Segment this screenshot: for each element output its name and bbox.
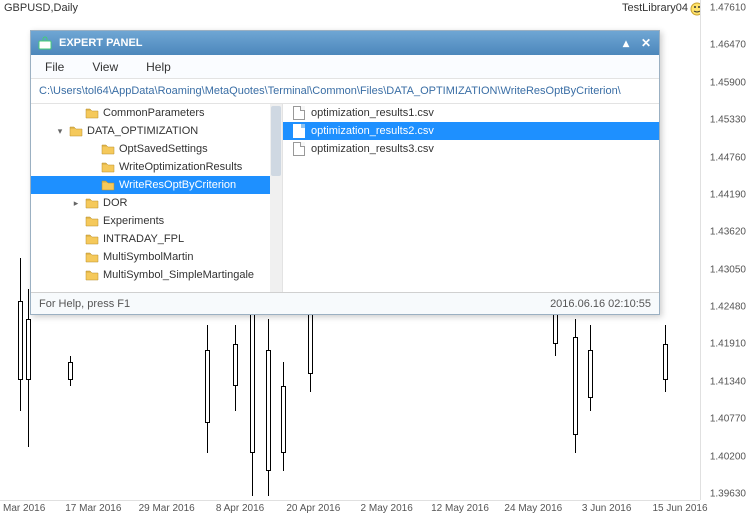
disclosure-icon[interactable]: ▸	[71, 198, 81, 209]
x-tick: 20 Apr 2016	[286, 503, 340, 514]
x-tick: 24 May 2016	[504, 503, 562, 514]
candle	[590, 325, 591, 410]
expert-panel-window: EXPERT PANEL ▴ ✕ File View Help C:\Users…	[30, 30, 660, 315]
statusbar: For Help, press F1 2016.06.16 02:10:55	[31, 292, 659, 314]
path-breadcrumb[interactable]: C:\Users\tol64\AppData\Roaming\MetaQuote…	[31, 79, 659, 104]
tree-item-label: MultiSymbol_SimpleMartingale	[103, 269, 254, 281]
file-item[interactable]: optimization_results1.csv	[283, 104, 659, 122]
y-tick: 1.43050	[710, 264, 746, 275]
scrollbar-thumb[interactable]	[271, 106, 281, 176]
disclosure-icon[interactable]: ▾	[55, 126, 65, 137]
x-tick: 29 Mar 2016	[139, 503, 195, 514]
tree-item[interactable]: WriteResOptByCriterion	[31, 176, 282, 194]
y-tick: 1.42480	[710, 302, 746, 313]
folder-tree[interactable]: CommonParameters ▾ DATA_OPTIMIZATION OptSav…	[31, 104, 283, 292]
tree-item-label: INTRADAY_FPL	[103, 233, 184, 245]
file-icon	[293, 124, 305, 138]
x-tick: 17 Mar 2016	[65, 503, 121, 514]
status-timestamp: 2016.06.16 02:10:55	[550, 298, 651, 310]
status-help-text: For Help, press F1	[39, 298, 130, 310]
x-tick: 2 May 2016	[361, 503, 413, 514]
candle	[665, 325, 666, 392]
x-tick: 12 May 2016	[431, 503, 489, 514]
y-axis: 1.47610 1.46470 1.45900 1.45330 1.44760 1.441…	[700, 0, 748, 500]
file-list[interactable]: optimization_results1.csv optimization_re…	[283, 104, 659, 292]
tree-item[interactable]: ▾ DATA_OPTIMIZATION	[31, 122, 282, 140]
x-tick: 15 Jun 2016	[652, 503, 707, 514]
tree-item-label: WriteResOptByCriterion	[119, 179, 236, 191]
candle	[20, 258, 21, 410]
candle	[235, 325, 236, 410]
candle	[70, 356, 71, 386]
y-tick: 1.44760	[710, 152, 746, 163]
y-tick: 1.44190	[710, 189, 746, 200]
candle	[575, 319, 576, 453]
y-tick: 1.40770	[710, 414, 746, 425]
candle	[283, 362, 284, 472]
candle	[207, 325, 208, 453]
tree-item-label: WriteOptimizationResults	[119, 161, 242, 173]
y-tick: 1.40200	[710, 451, 746, 462]
tree-item[interactable]: Experiments	[31, 212, 282, 230]
y-tick: 1.45330	[710, 115, 746, 126]
y-tick: 1.46470	[710, 40, 746, 51]
tree-item-label: DATA_OPTIMIZATION	[87, 125, 198, 137]
tree-item-label: MultiSymbolMartin	[103, 251, 193, 263]
menubar: File View Help	[31, 55, 659, 79]
y-tick: 1.41340	[710, 376, 746, 387]
tree-item-label: Experiments	[103, 215, 164, 227]
titlebar[interactable]: EXPERT PANEL ▴ ✕	[31, 31, 659, 55]
tree-item[interactable]: ▸ DOR	[31, 194, 282, 212]
chart-symbol-title: GBPUSD,Daily	[4, 2, 78, 14]
tree-item-label: DOR	[103, 197, 127, 209]
candle	[268, 319, 269, 496]
x-tick: 8 Apr 2016	[216, 503, 264, 514]
tree-item[interactable]: MultiSymbolMartin	[31, 248, 282, 266]
file-item-label: optimization_results3.csv	[311, 143, 434, 155]
file-icon	[293, 142, 305, 156]
tree-scrollbar[interactable]	[270, 104, 282, 292]
chart-library-label: TestLibrary04	[622, 2, 688, 14]
tree-item-label: CommonParameters	[103, 107, 204, 119]
tree-item-label: OptSavedSettings	[119, 143, 208, 155]
tree-item[interactable]: WriteOptimizationResults	[31, 158, 282, 176]
x-tick: 7 Mar 2016	[0, 503, 45, 514]
app-icon	[37, 35, 53, 51]
candle	[28, 289, 29, 447]
close-icon[interactable]: ✕	[639, 36, 653, 50]
x-axis: 7 Mar 2016 17 Mar 2016 29 Mar 2016 8 Apr 20…	[0, 500, 700, 520]
y-tick: 1.47610	[710, 3, 746, 14]
tree-item[interactable]: MultiSymbol_SimpleMartingale	[31, 266, 282, 284]
x-tick: 3 Jun 2016	[582, 503, 632, 514]
tree-item[interactable]: CommonParameters	[31, 104, 282, 122]
y-tick: 1.39630	[710, 489, 746, 500]
tree-item[interactable]: OptSavedSettings	[31, 140, 282, 158]
menu-view[interactable]: View	[92, 60, 118, 74]
file-icon	[293, 106, 305, 120]
window-title: EXPERT PANEL	[59, 37, 143, 49]
minimize-icon[interactable]: ▴	[619, 36, 633, 50]
y-tick: 1.45900	[710, 77, 746, 88]
menu-help[interactable]: Help	[146, 60, 171, 74]
y-tick: 1.43620	[710, 227, 746, 238]
file-item[interactable]: optimization_results3.csv	[283, 140, 659, 158]
file-item-label: optimization_results2.csv	[311, 125, 434, 137]
file-item-label: optimization_results1.csv	[311, 107, 434, 119]
menu-file[interactable]: File	[45, 60, 64, 74]
file-item[interactable]: optimization_results2.csv	[283, 122, 659, 140]
tree-item[interactable]: INTRADAY_FPL	[31, 230, 282, 248]
y-tick: 1.41910	[710, 339, 746, 350]
